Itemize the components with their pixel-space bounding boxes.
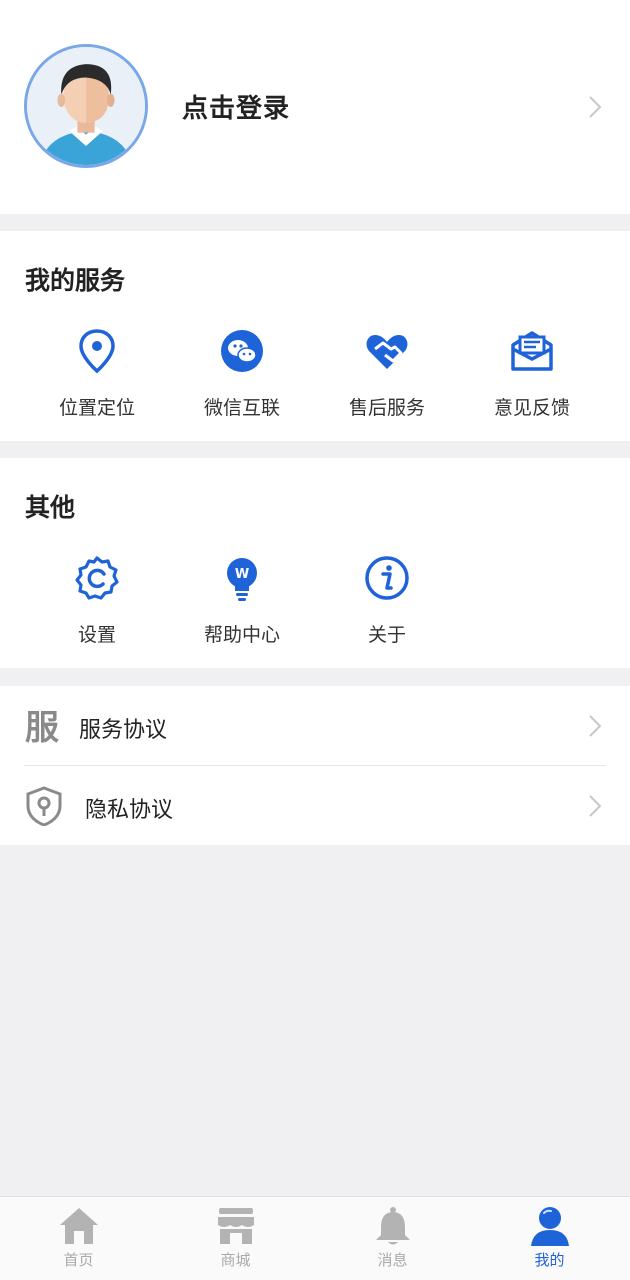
service-wechat[interactable]: 微信互联 [182,327,302,420]
avatar[interactable] [24,44,148,168]
feedback-envelope-icon [511,331,553,371]
other-about[interactable]: 关于 [327,554,447,647]
profile-header[interactable]: 点击登录 [0,0,630,214]
section-title-my-services: 我的服务 [25,266,126,295]
svg-text:服: 服 [25,708,59,746]
tab-store[interactable]: 商城 [157,1197,314,1280]
lightbulb-icon: W [227,558,257,601]
other-label: 设置 [77,624,116,646]
service-label: 位置定位 [58,397,135,419]
location-pin-icon [79,329,115,374]
list-item-privacy-agreement[interactable]: 隐私协议 [0,766,630,846]
section-title-others: 其他 [25,493,76,522]
bottom-tab-bar: 首页 商城 消息 我的 [0,1196,630,1280]
tab-messages[interactable]: 消息 [314,1197,471,1280]
list-item-service-agreement[interactable]: 服 服务协议 [0,686,630,766]
svg-text:W: W [235,567,249,582]
home-icon [59,1208,98,1244]
service-char-icon: 服 [25,708,59,746]
user-icon [530,1207,569,1246]
shield-lock-icon [26,786,62,826]
agreement-list: 服 服务协议 隐私协议 [0,686,630,845]
tab-home[interactable]: 首页 [0,1197,157,1280]
chevron-right-icon [582,793,608,819]
store-icon [217,1208,254,1244]
service-label: 微信互联 [203,397,280,419]
tab-label: 商城 [220,1251,251,1269]
list-item-label: 隐私协议 [85,798,174,823]
chevron-right-icon [582,94,608,120]
tab-label: 首页 [63,1251,94,1269]
service-feedback[interactable]: 意见反馈 [472,327,592,420]
chevron-right-icon [582,713,608,739]
my-services-card: 我的服务 位置定位 微信互联 售后服务 意见反馈 [0,231,630,441]
tab-label: 我的 [534,1251,565,1269]
other-settings[interactable]: 设置 [37,554,157,647]
gear-icon [75,556,119,600]
handshake-heart-icon [366,335,408,369]
tab-mine[interactable]: 我的 [471,1197,628,1280]
service-location[interactable]: 位置定位 [37,327,157,420]
other-label: 关于 [367,624,406,646]
info-icon [365,556,409,600]
service-after-sales[interactable]: 售后服务 [327,327,447,420]
list-item-label: 服务协议 [79,718,168,743]
other-label: 帮助中心 [203,624,280,646]
login-prompt[interactable]: 点击登录 [182,88,290,125]
service-label: 售后服务 [348,397,425,419]
service-label: 意见反馈 [493,397,570,419]
tab-label: 消息 [377,1251,408,1269]
default-avatar-icon [27,47,145,165]
wechat-icon [221,330,263,372]
others-card: 其他 设置 W 帮助中心 关于 [0,458,630,668]
other-help-center[interactable]: W 帮助中心 [182,554,302,647]
bell-icon [375,1207,410,1245]
